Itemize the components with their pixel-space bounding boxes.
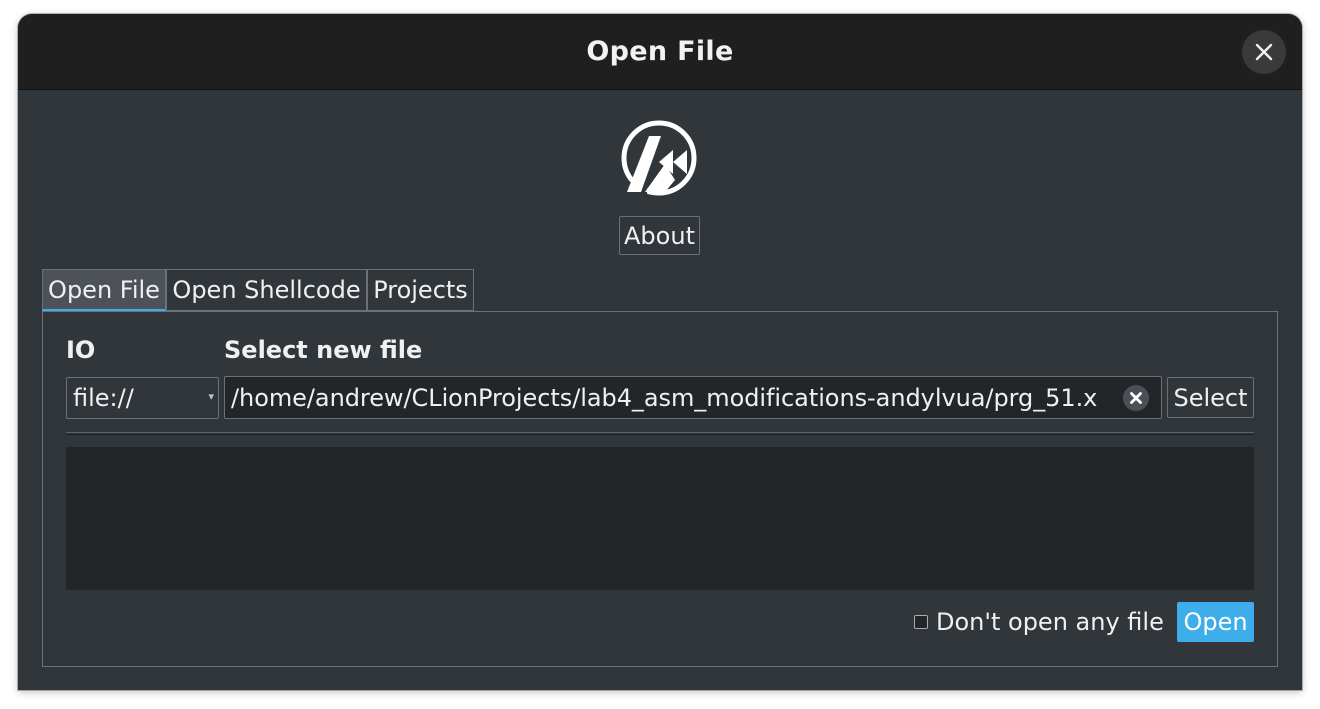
- io-select-value: file://: [73, 384, 134, 412]
- close-icon: [1255, 43, 1273, 61]
- about-button[interactable]: About: [619, 216, 700, 255]
- file-path-input[interactable]: /home/andrew/CLionProjects/lab4_asm_modi…: [224, 376, 1162, 419]
- dont-open-any-file-option[interactable]: Don't open any file: [914, 608, 1164, 636]
- window-title: Open File: [586, 36, 734, 67]
- dropdown-arrow-icon: ▾: [208, 390, 214, 403]
- title-bar: Open File: [18, 14, 1302, 90]
- open-button[interactable]: Open: [1177, 602, 1254, 642]
- file-info-area: [66, 447, 1254, 590]
- close-button[interactable]: [1242, 30, 1286, 74]
- tab-open-shellcode[interactable]: Open Shellcode: [166, 269, 367, 311]
- file-path-value: /home/andrew/CLionProjects/lab4_asm_modi…: [231, 384, 1098, 412]
- io-label: IO: [66, 336, 96, 364]
- separator: [66, 432, 1254, 435]
- tab-open-file[interactable]: Open File: [42, 269, 166, 311]
- tab-projects[interactable]: Projects: [367, 269, 474, 311]
- select-button[interactable]: Select: [1167, 377, 1254, 418]
- open-file-dialog: Open File About Open File Open Shellcode…: [18, 14, 1302, 690]
- select-file-label: Select new file: [224, 336, 423, 364]
- dont-open-checkbox[interactable]: [914, 615, 928, 629]
- dont-open-label: Don't open any file: [936, 608, 1164, 636]
- clear-icon[interactable]: [1123, 385, 1149, 411]
- io-select[interactable]: file:// ▾: [66, 377, 219, 419]
- cutter-logo-icon: [619, 120, 697, 198]
